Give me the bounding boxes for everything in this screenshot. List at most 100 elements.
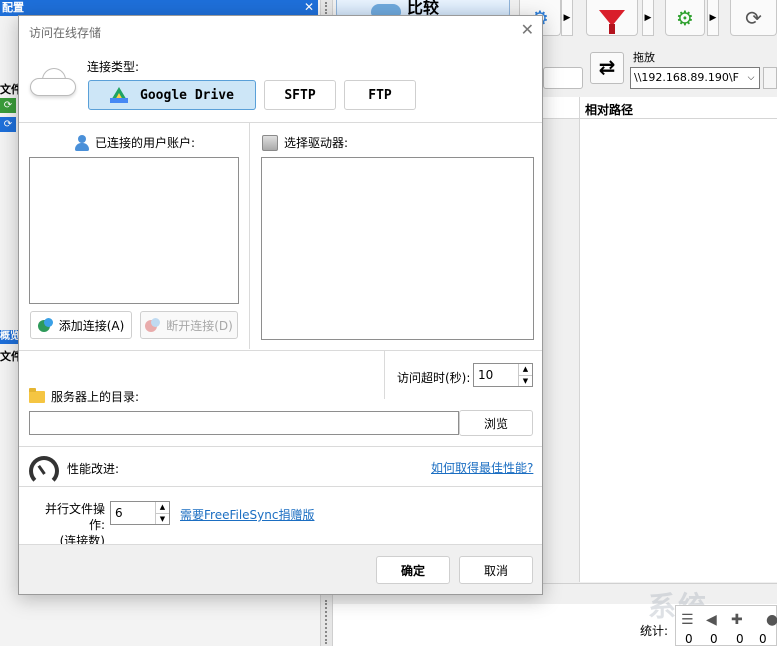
add-user-icon: [37, 317, 53, 333]
parallel-ops-value: 6: [115, 506, 123, 520]
best-performance-link[interactable]: 如何取得最佳性能?: [431, 459, 533, 476]
chevron-down-icon[interactable]: ▼: [519, 375, 532, 386]
timeout-label: 访问超时(秒):: [397, 371, 471, 385]
swap-sides-button[interactable]: ⇄: [590, 52, 624, 84]
chevron-up-icon[interactable]: ▲: [156, 502, 169, 513]
right-folder-path-input[interactable]: \\192.168.89.190\F ⌵: [630, 67, 760, 89]
connected-accounts-list[interactable]: [29, 157, 239, 304]
add-connection-label: 添加连接(A): [58, 318, 125, 333]
cancel-button[interactable]: 取消: [459, 556, 533, 584]
grid-column-header: 相对路径: [543, 97, 777, 119]
drag-drop-label: 拖放: [633, 51, 655, 64]
divider: [384, 351, 385, 399]
divider: [19, 350, 542, 351]
parallel-ops-label: 并行文件操作: (连接数): [29, 501, 105, 549]
server-dir-heading: 服务器上的目录:: [29, 387, 140, 405]
stat-value: 0字: [759, 632, 767, 646]
chevron-up-icon[interactable]: ▲: [519, 364, 532, 375]
arrow-left-icon: ◀: [706, 612, 717, 628]
sync-icon: ⟳: [745, 5, 762, 30]
select-drive-heading: 选择驱动器:: [262, 134, 348, 151]
divider: [19, 122, 542, 123]
donation-edition-link[interactable]: 需要FreeFileSync捐赠版: [180, 506, 314, 523]
divider: [19, 446, 542, 447]
server-dir-input[interactable]: [29, 411, 459, 435]
grip-icon: [325, 2, 329, 14]
stat-value: 0: [736, 632, 744, 646]
sync-row-icon[interactable]: ⟳: [0, 117, 16, 132]
swap-icon: ⇄: [598, 55, 616, 79]
cloud-icon: [30, 66, 76, 96]
arrow-right-icon: ●: [766, 612, 777, 628]
stats-label: 统计:: [640, 624, 669, 638]
column-divider[interactable]: [579, 97, 580, 119]
add-connection-button[interactable]: 添加连接(A): [30, 311, 132, 339]
user-icon: [75, 134, 89, 151]
synchronize-button[interactable]: ⟳: [730, 0, 777, 36]
right-browse-button[interactable]: [763, 67, 777, 89]
type-google-drive-button[interactable]: Google Drive: [88, 80, 256, 110]
file-grid[interactable]: [579, 119, 777, 582]
close-icon[interactable]: ✕: [521, 20, 534, 39]
stepper-arrows[interactable]: ▲ ▼: [518, 364, 532, 386]
performance-label: 性能改进:: [67, 461, 120, 476]
stat-value: 0: [710, 632, 718, 646]
right-folder-path-value: \\192.168.89.190\F: [634, 71, 739, 84]
parallel-ops-stepper[interactable]: 6 ▲ ▼: [110, 501, 170, 525]
chevron-down-icon[interactable]: ▼: [156, 513, 169, 524]
filter-dropdown[interactable]: ▶: [642, 0, 654, 36]
drive-list[interactable]: [261, 157, 534, 340]
remove-user-icon: [145, 317, 161, 333]
dialog-title: 访问在线存储: [29, 26, 102, 40]
plus-icon: ✚: [731, 612, 743, 628]
filter-button[interactable]: [586, 0, 638, 36]
compare-settings-dropdown[interactable]: ▶: [561, 0, 573, 36]
type-label: Google Drive: [140, 87, 234, 103]
parallel-ops-label-line1: 并行文件操作:: [44, 502, 105, 532]
disconnect-label: 断开连接(D): [166, 318, 233, 333]
dialog-footer: 确定 取消: [19, 544, 542, 594]
connected-accounts-heading: 已连接的用户账户:: [75, 134, 195, 151]
disconnect-button[interactable]: 断开连接(D): [140, 311, 238, 339]
sync-settings-button[interactable]: ⚙: [665, 0, 705, 36]
timeout-stepper[interactable]: 10 ▲ ▼: [473, 363, 533, 387]
stepper-arrows[interactable]: ▲ ▼: [155, 502, 169, 524]
speedometer-icon: [29, 456, 59, 486]
browse-button[interactable]: 浏览: [459, 410, 533, 436]
filter-icon: [599, 9, 625, 34]
config-panel-title: 配置: [2, 1, 24, 14]
divider: [249, 123, 250, 349]
type-sftp-button[interactable]: SFTP: [264, 80, 336, 110]
relative-path-header[interactable]: 相对路径: [585, 101, 633, 118]
type-label: SFTP: [284, 87, 316, 103]
connection-type-label: 连接类型:: [87, 60, 140, 74]
performance-heading: 性能改进:: [29, 456, 120, 486]
folder-icon: [29, 387, 45, 403]
select-drive-label: 选择驱动器:: [284, 136, 349, 150]
server-dir-label: 服务器上的目录:: [51, 390, 140, 404]
stat-value: 0: [685, 632, 693, 646]
online-storage-dialog: 访问在线存储 ✕ 连接类型: Google Drive SFTP FTP 已连接…: [18, 15, 543, 595]
type-ftp-button[interactable]: FTP: [344, 80, 416, 110]
stats-panel: ☰ ◀ ✚ ● 0 0 0 0字: [675, 605, 777, 646]
stack-icon: ☰: [681, 612, 694, 628]
sync-settings-dropdown[interactable]: ▶: [707, 0, 719, 36]
chevron-down-icon[interactable]: ⌵: [743, 68, 759, 88]
divider: [19, 486, 542, 487]
grip-icon: [325, 600, 329, 644]
browse-label: 浏览: [483, 416, 508, 431]
overview-header: 概览: [0, 330, 20, 344]
timeout-value: 10: [478, 368, 494, 382]
gear-icon: ⚙: [676, 5, 694, 30]
left-path-combo[interactable]: [543, 67, 583, 89]
type-label: FTP: [368, 87, 392, 103]
sync-row-icon[interactable]: ⟳: [0, 98, 16, 113]
ok-label: 确定: [400, 563, 425, 578]
cancel-label: 取消: [483, 563, 508, 578]
ok-button[interactable]: 确定: [376, 556, 450, 584]
connected-accounts-label: 已连接的用户账户:: [95, 136, 196, 150]
drive-icon: [262, 134, 278, 151]
google-drive-icon: [110, 87, 129, 103]
config-panel-header: 配置 ✕: [0, 0, 318, 16]
close-icon[interactable]: ✕: [304, 0, 314, 15]
